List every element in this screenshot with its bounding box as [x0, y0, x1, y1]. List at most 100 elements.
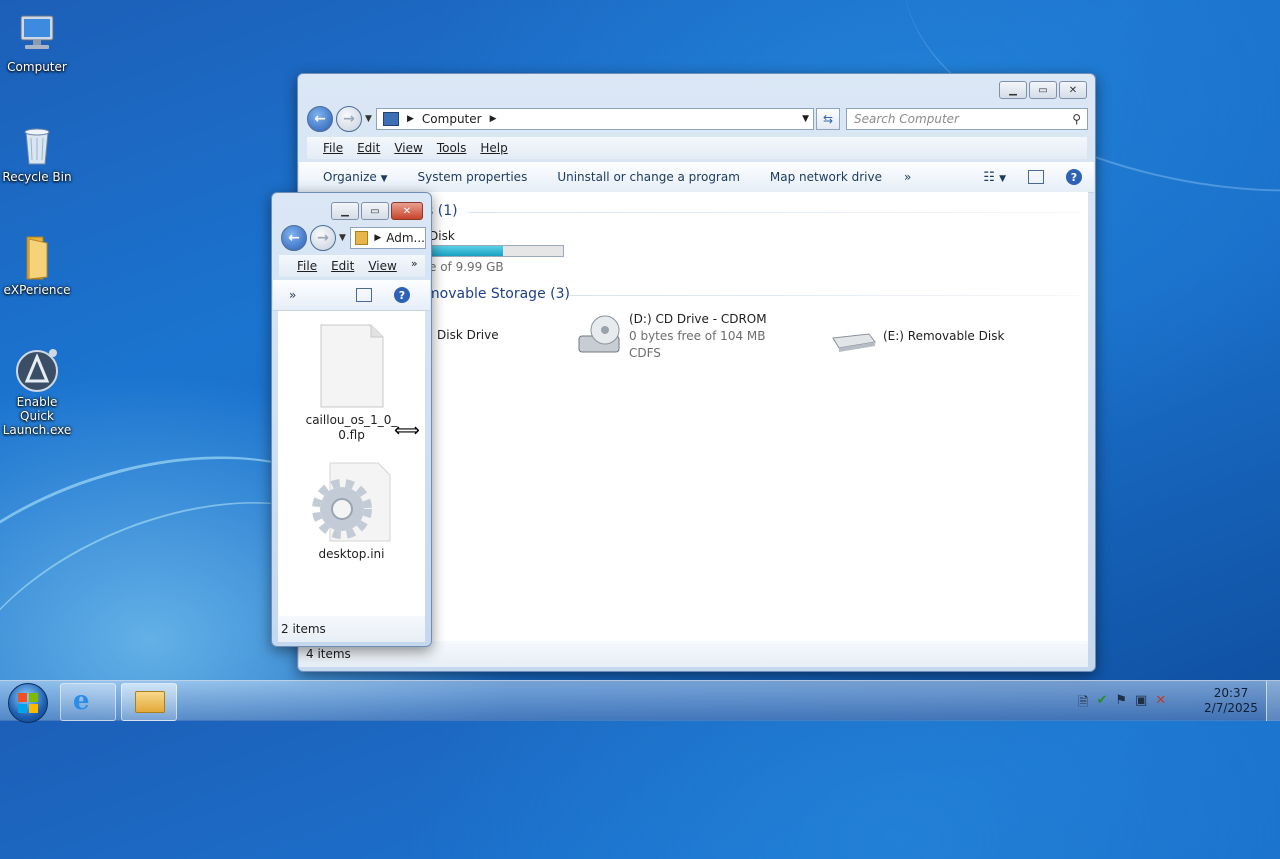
refresh-button[interactable]: ⇆ [816, 108, 840, 130]
volume-muted-icon[interactable]: ✕ [1155, 693, 1166, 715]
forward-button[interactable]: → [310, 225, 336, 251]
cd-drive-fs: CDFS [629, 346, 661, 360]
menu-bar: File Edit View » [279, 255, 425, 277]
desktop-icon-experience[interactable]: eXPerience [0, 233, 74, 297]
recent-pages-dropdown-icon[interactable]: ▼ [365, 114, 372, 124]
taskbar: e 🗎 ✔ ⚑ ▣ ✕ 20:37 2/7/2025 [0, 680, 1280, 723]
close-button[interactable]: ✕ [391, 202, 423, 220]
organize-button[interactable]: Organize ▼ [323, 170, 388, 184]
minimize-button[interactable]: ▁ [331, 202, 359, 220]
back-button[interactable]: ← [307, 106, 333, 132]
search-input[interactable]: Search Computer ⚲ [846, 108, 1088, 130]
app-icon [13, 345, 61, 393]
local-disk[interactable]: Disk e of 9.99 GB [429, 229, 564, 274]
address-bar[interactable]: ▶ Computer ▶ ▼ [376, 108, 814, 130]
desktop-icon-computer[interactable]: Computer [0, 10, 74, 74]
address-bar[interactable]: ▶ Adm... [350, 227, 426, 249]
menu-help[interactable]: Help [480, 141, 507, 155]
settings-file-icon [311, 461, 392, 543]
desktop-icon-label: Enable Quick Launch.exe [2, 395, 72, 437]
help-icon[interactable]: ? [1066, 169, 1082, 185]
cd-drive[interactable]: (D:) CD Drive - CDROM 0 bytes free of 10… [575, 312, 767, 360]
removable-disk-icon [829, 324, 879, 354]
chevron-down-icon: ▼ [380, 174, 388, 184]
clock[interactable]: 20:37 2/7/2025 [1200, 686, 1262, 716]
system-tray: 🗎 ✔ ⚑ ▣ ✕ [1078, 693, 1166, 715]
disk-label: Disk [429, 229, 455, 243]
help-icon[interactable]: ? [394, 287, 410, 303]
menu-bar: File Edit View Tools Help [307, 137, 1087, 159]
windows-logo-icon [18, 693, 38, 713]
status-bar: 2 items [278, 616, 425, 642]
taskbar-windows-explorer[interactable] [121, 683, 177, 721]
clock-date: 2/7/2025 [1204, 701, 1258, 715]
file-list: caillou_os_1_0_0.flp desktop.ini [278, 311, 425, 616]
folder-icon [13, 233, 61, 281]
file-name: caillou_os_1_0_0.flp [305, 413, 398, 442]
address-dropdown-icon[interactable]: ▼ [802, 114, 809, 124]
folder-small-icon [355, 231, 369, 245]
minimize-icon: ▁ [341, 205, 349, 217]
clock-time: 20:37 [1213, 686, 1249, 700]
arrow-left-icon: ← [314, 111, 326, 127]
maximize-button[interactable]: ▭ [361, 202, 389, 220]
group-removable-header[interactable]: movable Storage (3) [426, 286, 570, 302]
menu-view[interactable]: View [394, 141, 422, 155]
more-commands-button[interactable]: » [904, 170, 911, 184]
preview-pane-icon[interactable] [356, 288, 372, 302]
show-desktop-button[interactable] [1266, 681, 1280, 721]
forward-button[interactable]: → [336, 106, 362, 132]
disk-usage-fill [430, 246, 504, 256]
menu-file[interactable]: File [323, 141, 343, 155]
breadcrumb-arrow-icon: ▶ [374, 233, 382, 243]
menu-file[interactable]: File [297, 259, 317, 273]
internet-explorer-icon: e [73, 686, 90, 716]
resize-cursor-icon: ⟺ [394, 420, 420, 441]
breadcrumb-computer[interactable]: Computer [422, 112, 482, 126]
desktop-icon-recycle-bin[interactable]: Recycle Bin [0, 120, 74, 184]
floppy-drive[interactable]: Disk Drive [437, 328, 499, 342]
close-button[interactable]: ✕ [1059, 81, 1087, 99]
desktop-icon-label: eXPerience [3, 283, 71, 297]
taskbar-internet-explorer[interactable]: e [60, 683, 116, 721]
menu-tools[interactable]: Tools [437, 141, 467, 155]
computer-icon [13, 10, 61, 58]
uninstall-program-button[interactable]: Uninstall or change a program [557, 170, 740, 184]
maximize-button[interactable]: ▭ [1029, 81, 1057, 99]
more-commands-button[interactable]: » [289, 288, 296, 302]
folder-icon [135, 691, 165, 713]
recent-pages-dropdown-icon[interactable]: ▼ [339, 233, 346, 243]
desktop-icon-enable-quick-launch[interactable]: Enable Quick Launch.exe [0, 345, 74, 437]
more-menus-button[interactable]: » [411, 257, 418, 270]
map-network-drive-button[interactable]: Map network drive [770, 170, 882, 184]
security-check-icon[interactable]: ✔ [1096, 693, 1107, 715]
cd-drive-free: 0 bytes free of 104 MB [629, 329, 766, 343]
desktop-icon-label: Computer [7, 60, 67, 74]
file-item[interactable]: desktop.ini [278, 461, 425, 561]
disk-free-text: e of 9.99 GB [429, 260, 504, 274]
network-icon[interactable]: ▣ [1135, 693, 1147, 715]
arrow-right-icon: → [343, 111, 355, 127]
disk-usage-bar [429, 245, 564, 257]
removable-disk[interactable]: (E:) Removable Disk [829, 324, 1004, 354]
flag-icon[interactable]: ⚑ [1115, 693, 1127, 715]
computer-small-icon [383, 112, 399, 126]
menu-edit[interactable]: Edit [331, 259, 354, 273]
command-bar: Organize ▼ System properties Uninstall o… [299, 162, 1094, 193]
arrow-right-icon: → [317, 230, 329, 246]
breadcrumb-arrow-icon: ▶ [407, 114, 414, 124]
action-center-icon[interactable]: 🗎 [1078, 693, 1088, 715]
menu-edit[interactable]: Edit [357, 141, 380, 155]
system-properties-button[interactable]: System properties [418, 170, 528, 184]
blank-file-icon [319, 323, 385, 409]
breadcrumb-folder[interactable]: Adm... [386, 231, 425, 245]
cd-drive-icon [575, 312, 625, 360]
search-icon[interactable]: ⚲ [1072, 112, 1081, 126]
preview-pane-icon[interactable] [1028, 170, 1044, 184]
start-button[interactable] [8, 683, 48, 723]
back-button[interactable]: ← [281, 225, 307, 251]
arrow-left-icon: ← [288, 230, 300, 246]
menu-view[interactable]: View [368, 259, 396, 273]
view-options-icon[interactable]: ☷ ▼ [983, 170, 1006, 185]
minimize-button[interactable]: ▁ [999, 81, 1027, 99]
